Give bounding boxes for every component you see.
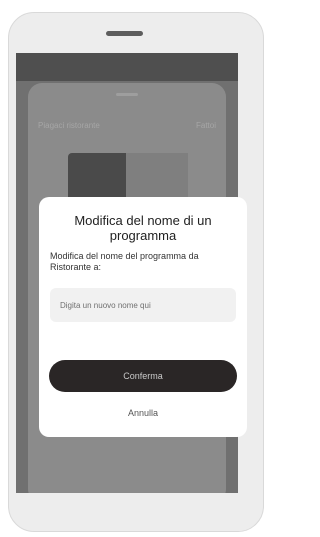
phone-speaker	[106, 31, 143, 36]
sheet-action: Fattoi	[195, 121, 216, 130]
cancel-button[interactable]: Annulla	[99, 404, 187, 422]
sheet-title: Piagaci ristorante	[38, 121, 100, 130]
rename-dialog: Modifica del nome di un programma Modifi…	[39, 197, 247, 437]
status-bar	[16, 53, 238, 81]
dialog-title: Modifica del nome di un programma	[74, 213, 212, 243]
dialog-message: Modifica del nome del programma da Risto…	[50, 251, 199, 272]
confirm-button[interactable]: Conferma	[49, 360, 237, 392]
program-name-input[interactable]	[50, 288, 236, 322]
sheet-handle	[116, 93, 138, 96]
